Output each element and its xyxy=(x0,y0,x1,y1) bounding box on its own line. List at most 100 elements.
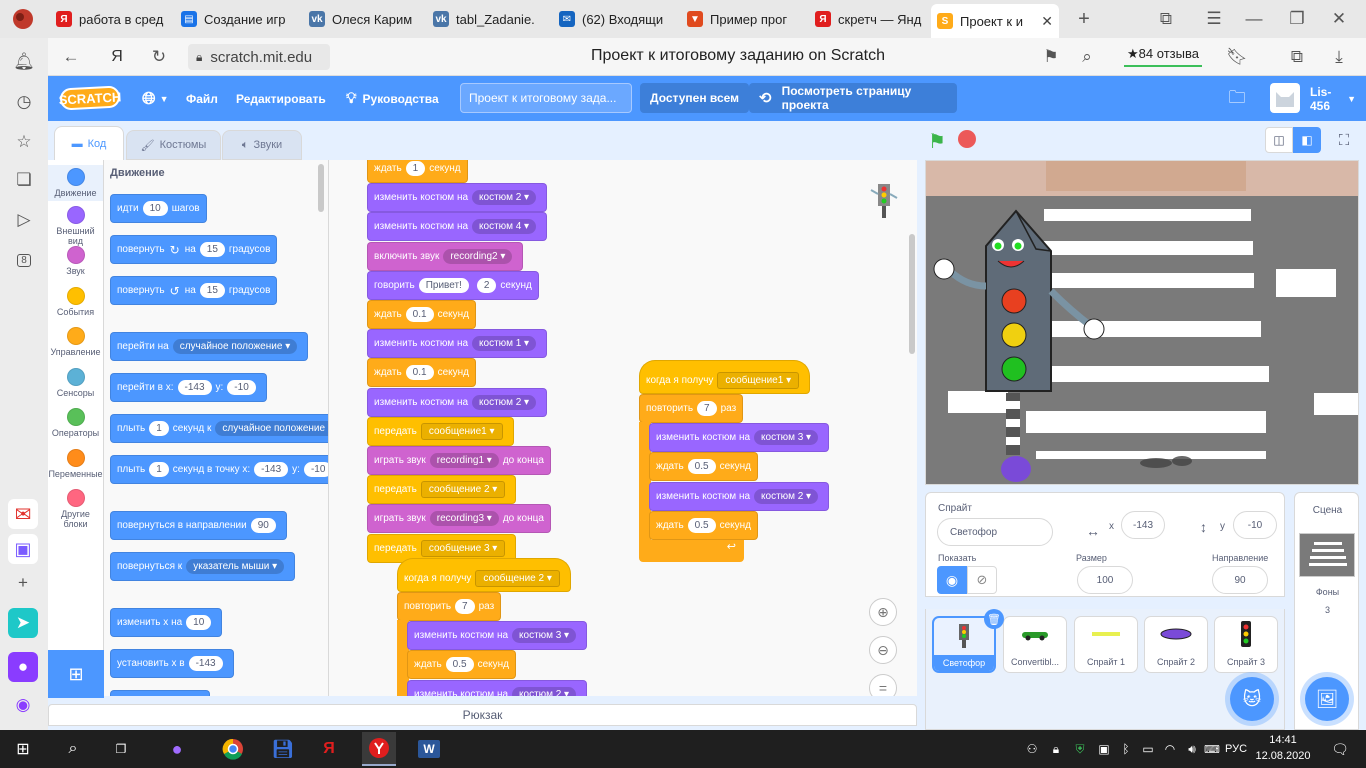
block-dropdown[interactable]: сообщение 2 ▾ xyxy=(475,569,560,587)
zoom-reset-icon[interactable]: = xyxy=(869,674,897,696)
add-extension-icon[interactable]: ⊞ xyxy=(48,650,104,698)
repeat-block[interactable]: повторить 7 раз xyxy=(397,592,502,621)
send-icon[interactable]: ➤ xyxy=(8,608,38,638)
direction-input[interactable]: 90 xyxy=(1212,566,1268,594)
sprite-name-input[interactable]: Светофор xyxy=(937,518,1053,546)
script-block[interactable]: изменить костюм на костюм 2 ▾ xyxy=(367,183,548,213)
script-block[interactable]: изменить костюм на костюм 2 ▾ xyxy=(407,679,588,696)
x-position-input[interactable]: -143 xyxy=(1121,511,1165,539)
extensions-icon[interactable]: ⧉ xyxy=(1284,44,1310,70)
url-field[interactable]: 🔒︎ scratch.mit.edu xyxy=(188,44,330,70)
block-input[interactable]: Привет! xyxy=(418,277,469,293)
sprite-tile-4[interactable]: Спрайт 3 xyxy=(1214,616,1278,673)
language-menu[interactable]: 🌐︎ ▼ xyxy=(132,82,179,115)
block-input[interactable]: 90 xyxy=(250,518,276,533)
battery-icon[interactable]: ▭ xyxy=(1138,734,1158,764)
small-stage-icon[interactable]: ◫ xyxy=(1265,127,1293,153)
script-block[interactable]: говорить Привет! 2 секунд xyxy=(367,270,539,300)
close-tab-icon[interactable]: ✕ xyxy=(1041,13,1053,30)
script-block[interactable]: изменить костюм на костюм 2 ▾ xyxy=(367,387,548,417)
tab-code[interactable]: ▬ Код xyxy=(54,126,124,160)
script-block[interactable]: ждать 0.1 секунд xyxy=(367,300,476,329)
tutorials-button[interactable]: 💡︎ Руководства xyxy=(336,82,449,115)
category-4[interactable]: Управление xyxy=(48,327,103,357)
block-point-direction[interactable]: повернуться в направлении 90 xyxy=(110,511,287,540)
scratch-logo[interactable]: SCRATCH xyxy=(58,85,122,111)
wifi-icon[interactable]: ◠ xyxy=(1160,734,1180,764)
block-input[interactable]: 0.5 xyxy=(445,657,474,673)
block-input[interactable]: -10 xyxy=(227,380,256,395)
downloads-icon[interactable]: ☰ xyxy=(1200,5,1228,33)
block-partial[interactable] xyxy=(110,690,210,696)
account-menu[interactable]: Lis-456 ▼ xyxy=(1300,82,1366,115)
tab-6[interactable]: Яскретч — Янд xyxy=(809,5,927,33)
block-input[interactable]: 1 xyxy=(149,462,169,477)
avatar[interactable] xyxy=(1270,83,1300,113)
block-input[interactable]: -143 xyxy=(177,380,212,395)
script-block[interactable]: изменить костюм на костюм 2 ▾ xyxy=(649,481,830,511)
block-input[interactable]: 15 xyxy=(199,283,225,298)
block-dropdown[interactable]: костюм 4 ▾ xyxy=(472,219,537,235)
reviews-badge[interactable]: ★84 отзыва xyxy=(1124,43,1202,67)
block-input[interactable]: 0.1 xyxy=(405,365,434,381)
block-set-x[interactable]: установить x в -143 xyxy=(110,649,234,678)
zoom-out-icon[interactable]: ⊖ xyxy=(869,636,897,664)
close-window-icon[interactable]: ✕ xyxy=(1325,5,1353,33)
block-dropdown[interactable]: костюм 2 ▾ xyxy=(472,394,537,410)
block-dropdown[interactable]: костюм 1 ▾ xyxy=(472,336,537,352)
script-block[interactable]: включить звук recording2 ▾ xyxy=(367,241,524,271)
tab-4[interactable]: ✉ (62) Входящи xyxy=(553,5,675,33)
block-dropdown[interactable]: костюм 3 ▾ xyxy=(512,628,577,643)
tab-1[interactable]: ▤ Создание игр xyxy=(175,5,297,33)
notifications-icon[interactable]: 🗨︎ xyxy=(1326,734,1354,764)
block-input[interactable]: 7 xyxy=(455,599,475,614)
taskbar-search-icon[interactable]: ⌕ xyxy=(58,734,88,764)
block-input[interactable]: 0.5 xyxy=(687,459,716,475)
add-sprite-icon[interactable]: 🐱︎ xyxy=(1230,677,1274,721)
large-stage-icon[interactable]: ◧ xyxy=(1293,127,1321,153)
save-app-icon[interactable]: 💾︎ xyxy=(268,734,298,764)
bluetooth-icon[interactable]: ᛒ xyxy=(1116,734,1136,764)
history-icon[interactable]: ◷ xyxy=(10,90,38,114)
block-input[interactable]: 1 xyxy=(405,161,426,176)
block-glide-to[interactable]: плыть1секунд кслучайное положение ▾ xyxy=(110,414,328,443)
new-tab-icon[interactable]: + xyxy=(1070,5,1098,33)
category-1[interactable]: Внешний вид xyxy=(48,205,103,246)
keyboard-icon[interactable]: ⌨ xyxy=(1202,734,1222,764)
block-dropdown[interactable]: сообщение 3 ▾ xyxy=(420,539,506,557)
file-menu[interactable]: Файл xyxy=(176,82,228,115)
category-3[interactable]: События xyxy=(48,286,103,317)
block-dropdown[interactable]: recording1 ▾ xyxy=(429,453,499,468)
tab-0[interactable]: Яработа в сред xyxy=(50,5,170,33)
alice-taskbar-icon[interactable]: ● xyxy=(162,734,192,764)
block-input[interactable]: 10 xyxy=(142,201,168,216)
category-5[interactable]: Сенсоры xyxy=(48,367,103,398)
bell-icon[interactable]: 🔔︎ xyxy=(10,50,38,74)
volume-icon[interactable]: 🔊︎ xyxy=(1182,734,1202,764)
block-input[interactable]: 7 xyxy=(697,401,717,416)
assistant-icon[interactable]: ◉ xyxy=(8,690,38,720)
script-block[interactable]: изменить костюм на костюм 3 ▾ xyxy=(407,621,588,650)
project-title-input[interactable]: Проект к итоговому зада... xyxy=(460,83,632,113)
block-dropdown[interactable]: костюм 2 ▾ xyxy=(754,488,819,504)
defender-icon[interactable]: ⛨ xyxy=(1070,734,1090,764)
lock-tray-icon[interactable]: 🔒︎ xyxy=(1046,734,1066,764)
category-6[interactable]: Операторы xyxy=(48,408,103,438)
browser-logo-icon[interactable] xyxy=(8,5,38,33)
script-block[interactable]: играть звук recording1 ▾ до конца xyxy=(367,446,551,475)
minimize-icon[interactable]: — xyxy=(1240,5,1268,33)
bookmark-icon[interactable]: 🔖︎ xyxy=(1224,44,1250,70)
sprite-tile-1[interactable]: Convertibl... xyxy=(1003,616,1067,673)
sprite-tile-3[interactable]: Спрайт 2 xyxy=(1144,616,1208,673)
yandex-icon[interactable]: Я xyxy=(104,44,130,70)
reload-icon[interactable]: ↻ xyxy=(146,44,172,70)
script-block[interactable]: изменить костюм на костюм 3 ▾ xyxy=(649,423,830,452)
script-block[interactable]: ждать 0.5 секунд xyxy=(649,452,758,482)
block-input[interactable]: 0.5 xyxy=(687,517,716,533)
palette-scrollbar[interactable] xyxy=(318,164,324,212)
backpack[interactable]: Рюкзак xyxy=(48,704,917,726)
share-button[interactable]: Доступен всем xyxy=(640,83,750,113)
network-people-icon[interactable]: ⚇ xyxy=(1022,734,1042,764)
search-icon[interactable]: ⌕ xyxy=(1074,44,1100,70)
collections-icon[interactable]: ❏ xyxy=(10,168,38,192)
